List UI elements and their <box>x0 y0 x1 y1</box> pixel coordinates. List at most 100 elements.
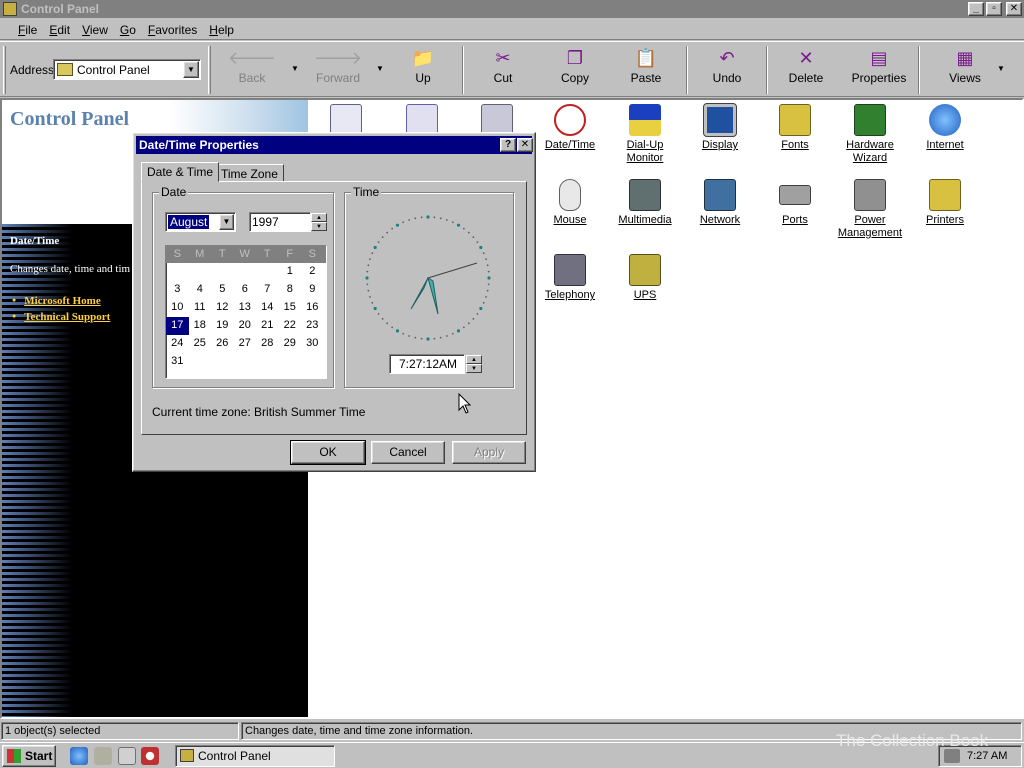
microsoft-home-link[interactable]: Microsoft Home <box>12 295 100 307</box>
calendar-day[interactable]: 6 <box>234 281 257 299</box>
calendar-day[interactable]: 22 <box>279 317 302 335</box>
power-management-item[interactable]: Power Management <box>833 179 907 240</box>
ok-button[interactable]: OK <box>290 440 366 465</box>
menu-favorites[interactable]: Favorites <box>142 23 203 37</box>
clock[interactable]: 7:27 AM <box>967 750 1007 762</box>
menu-go[interactable]: Go <box>114 23 142 37</box>
tab-time-zone[interactable]: Time Zone <box>215 164 284 182</box>
fonts-item[interactable]: Fonts <box>758 104 832 152</box>
taskbar-control-panel-button[interactable]: Control Panel <box>175 745 335 767</box>
telephony-tray-icon[interactable] <box>944 749 960 763</box>
calendar-day[interactable]: 14 <box>256 299 279 317</box>
year-field[interactable]: 1997 <box>249 212 311 232</box>
network-item[interactable]: Network <box>683 179 757 227</box>
telephony-item[interactable]: Telephony <box>533 254 607 302</box>
back-button[interactable]: 🡐 Back <box>222 48 282 92</box>
calendar-day[interactable]: 1 <box>279 263 302 281</box>
forward-button[interactable]: 🡒 Forward <box>308 48 368 92</box>
toolbar-grip[interactable] <box>208 46 211 94</box>
calendar-day[interactable]: 4 <box>189 281 212 299</box>
internet-explorer-icon[interactable] <box>70 747 88 765</box>
channels-icon[interactable] <box>141 747 159 765</box>
menu-edit[interactable]: Edit <box>43 23 76 37</box>
mouse-item[interactable]: Mouse <box>533 179 607 227</box>
calendar-day[interactable]: 21 <box>256 317 279 335</box>
hardware-wizard-item[interactable]: Hardware Wizard <box>833 104 907 165</box>
calendar-day[interactable]: 20 <box>234 317 257 335</box>
datetime-item[interactable]: Date/Time <box>533 104 607 152</box>
year-spinner[interactable]: ▲ ▼ <box>311 213 327 231</box>
copy-button[interactable]: ❐ Copy <box>545 48 605 92</box>
technical-support-link[interactable]: Technical Support <box>12 311 110 323</box>
chevron-down-icon[interactable]: ▼ <box>219 214 234 230</box>
help-button[interactable]: ? <box>500 138 516 152</box>
calendar-day[interactable]: 12 <box>211 299 234 317</box>
views-button[interactable]: ▦ Views <box>935 48 995 92</box>
ports-item[interactable]: Ports <box>758 179 832 227</box>
menu-file[interactable]: File <box>12 23 43 37</box>
calendar-day[interactable]: 19 <box>211 317 234 335</box>
calendar-day[interactable]: 23 <box>301 317 324 335</box>
calendar-day[interactable]: 27 <box>234 335 257 353</box>
spin-up-icon[interactable]: ▲ <box>466 355 482 364</box>
dialup-monitor-item[interactable]: Dial-Up Monitor <box>608 104 682 165</box>
outlook-express-icon[interactable] <box>94 747 112 765</box>
restore-button[interactable]: ▫ <box>986 2 1002 16</box>
calendar-day[interactable]: 7 <box>256 281 279 299</box>
calendar-day[interactable]: 31 <box>166 353 189 371</box>
spin-down-icon[interactable]: ▼ <box>466 364 482 373</box>
menu-help[interactable]: Help <box>203 23 240 37</box>
up-button[interactable]: 📁 Up <box>393 48 453 92</box>
printers-item[interactable]: Printers <box>908 179 982 227</box>
calendar-day[interactable]: 26 <box>211 335 234 353</box>
apply-button[interactable]: Apply <box>452 441 526 464</box>
display-item[interactable]: Display <box>683 103 757 152</box>
calendar-day[interactable]: 25 <box>189 335 212 353</box>
forward-dropdown-icon[interactable]: ▼ <box>376 64 384 73</box>
month-select[interactable]: August ▼ <box>165 212 236 232</box>
properties-button[interactable]: ▤ Properties <box>848 48 910 92</box>
calendar-day[interactable]: 10 <box>166 299 189 317</box>
calendar-day[interactable]: 17 <box>166 317 189 335</box>
paste-button[interactable]: 📋 Paste <box>616 48 676 92</box>
tab-date-time[interactable]: Date & Time <box>141 162 220 182</box>
chevron-down-icon[interactable]: ▼ <box>183 61 199 78</box>
spin-down-icon[interactable]: ▼ <box>311 222 327 231</box>
calendar-day[interactable]: 5 <box>211 281 234 299</box>
back-dropdown-icon[interactable]: ▼ <box>291 64 299 73</box>
undo-button[interactable]: ↶ Undo <box>697 48 757 92</box>
minimize-button[interactable]: _ <box>968 2 984 16</box>
internet-item[interactable]: Internet <box>908 104 982 152</box>
cut-button[interactable]: ✂ Cut <box>473 48 533 92</box>
views-dropdown-icon[interactable]: ▼ <box>997 64 1005 73</box>
calendar-day[interactable]: 16 <box>301 299 324 317</box>
delete-button[interactable]: ✕ Delete <box>776 48 836 92</box>
calendar-day[interactable]: 15 <box>279 299 302 317</box>
show-desktop-icon[interactable] <box>118 747 136 765</box>
calendar-day[interactable]: 18 <box>189 317 212 335</box>
ups-item[interactable]: UPS <box>608 254 682 302</box>
calendar-day[interactable]: 28 <box>256 335 279 353</box>
address-grip[interactable] <box>3 46 6 94</box>
window-titlebar[interactable]: Control Panel _ ▫ ✕ <box>0 0 1024 18</box>
dialog-titlebar[interactable]: Date/Time Properties ? ✕ <box>136 136 533 154</box>
time-spinner[interactable]: ▲ ▼ <box>466 355 482 373</box>
address-combobox[interactable]: Control Panel ▼ <box>53 59 201 80</box>
calendar-day[interactable]: 8 <box>279 281 302 299</box>
cancel-button[interactable]: Cancel <box>371 441 445 464</box>
time-field[interactable]: 7:27:12AM <box>389 354 465 374</box>
calendar-day[interactable]: 3 <box>166 281 189 299</box>
calendar-day[interactable]: 13 <box>234 299 257 317</box>
spin-up-icon[interactable]: ▲ <box>311 213 327 222</box>
close-button[interactable]: ✕ <box>1006 2 1022 16</box>
menu-view[interactable]: View <box>76 23 114 37</box>
calendar-day[interactable]: 29 <box>279 335 302 353</box>
multimedia-item[interactable]: Multimedia <box>608 179 682 227</box>
calendar-day[interactable]: 11 <box>189 299 212 317</box>
dialog-close-button[interactable]: ✕ <box>517 138 533 152</box>
calendar-day[interactable]: 2 <box>301 263 324 281</box>
calendar-day[interactable]: 24 <box>166 335 189 353</box>
calendar-day[interactable]: 30 <box>301 335 324 353</box>
start-button[interactable]: Start <box>2 745 56 767</box>
calendar-day[interactable]: 9 <box>301 281 324 299</box>
